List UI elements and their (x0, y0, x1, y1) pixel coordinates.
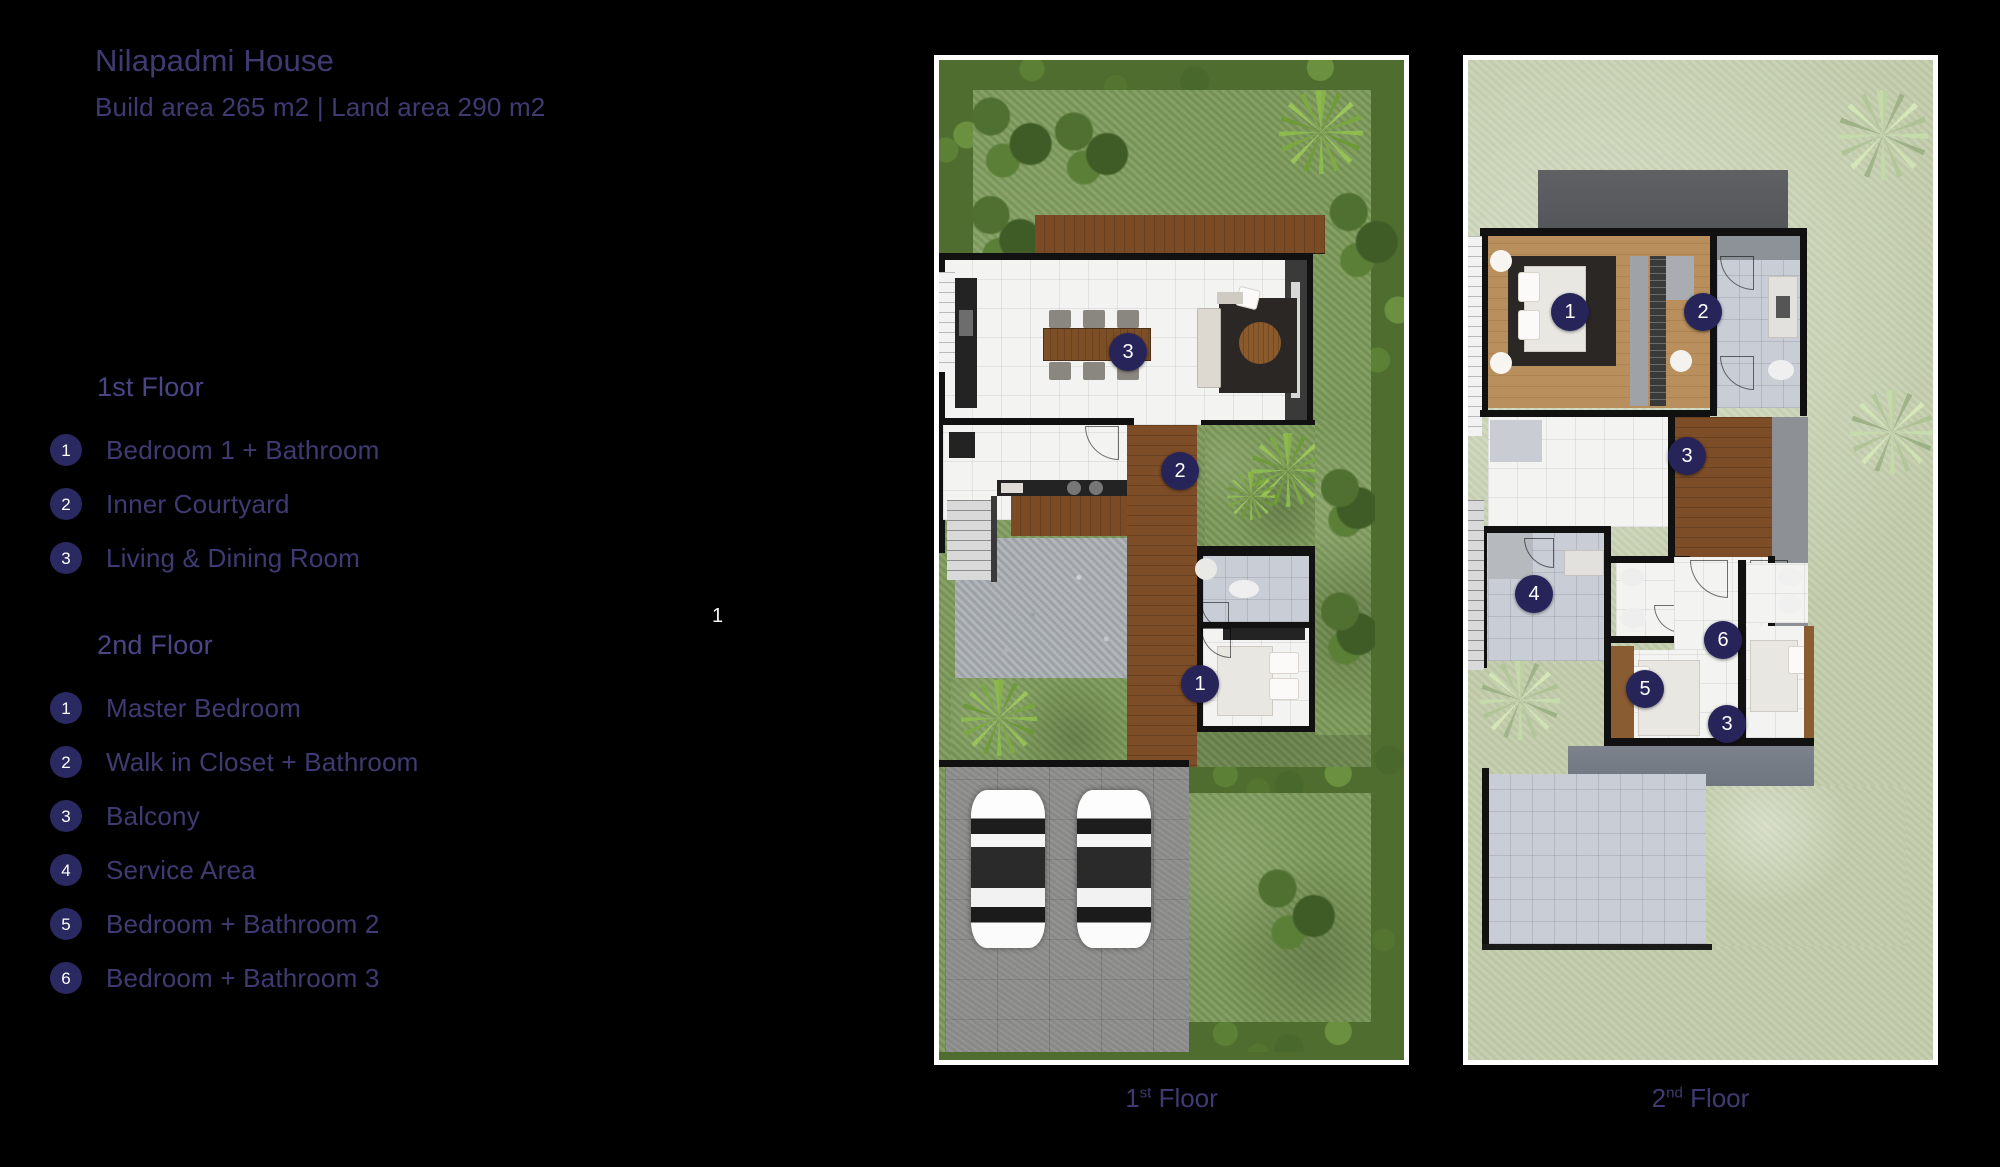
legend-item-f1-2[interactable]: 2 Inner Courtyard (50, 477, 670, 531)
floor-plan-1-drawing: 3 2 1 (939, 60, 1404, 1060)
legend-heading-floor-2: 2nd Floor (97, 630, 213, 660)
legend-item-f2-5[interactable]: 5 Bedroom + Bathroom 2 (50, 897, 670, 951)
caption-word: Floor (1158, 1083, 1218, 1113)
legend-item-f2-2[interactable]: 2 Walk in Closet + Bathroom (50, 735, 670, 789)
floor-plan-2-frame: 1 2 3 4 6 5 3 (1463, 55, 1938, 1065)
legend-badge-icon: 1 (50, 434, 82, 466)
legend-badge-icon: 3 (50, 542, 82, 574)
plan1-marker-living-dining-room[interactable]: 3 (1109, 333, 1147, 371)
plan1-marker-bedroom-1[interactable]: 1 (1181, 665, 1219, 703)
legend-badge-icon: 5 (50, 908, 82, 940)
legend-item-f2-1[interactable]: 1 Master Bedroom (50, 681, 670, 735)
caption-ordinal-suffix: nd (1666, 1084, 1683, 1102)
legend-badge-icon: 4 (50, 854, 82, 886)
page-subtitle: Build area 265 m2 | Land area 290 m2 (95, 92, 546, 122)
legend-badge-icon: 3 (50, 800, 82, 832)
legend-item-label: Living & Dining Room (106, 542, 361, 573)
plan2-marker-bedroom-bathroom-2[interactable]: 5 (1626, 670, 1664, 708)
legend-item-label: Master Bedroom (106, 692, 301, 723)
legend-badge-icon: 2 (50, 488, 82, 520)
legend-item-label: Walk in Closet + Bathroom (106, 746, 419, 777)
legend-item-f2-6[interactable]: 6 Bedroom + Bathroom 3 (50, 951, 670, 1005)
caption-number: 1 (1125, 1083, 1140, 1113)
plan2-marker-balcony[interactable]: 3 (1668, 437, 1706, 475)
floor-plan-2-caption: 2nd Floor (1463, 1083, 1938, 1114)
caption-ordinal-suffix: st (1139, 1084, 1152, 1102)
floor-plan-1-caption: 1st Floor (934, 1083, 1409, 1114)
legend-item-f1-3[interactable]: 3 Living & Dining Room (50, 531, 670, 585)
page-title: Nilapadmi House (95, 43, 335, 78)
caption-number: 2 (1651, 1083, 1667, 1113)
floor-plan-1-frame: 3 2 1 (934, 55, 1409, 1065)
page-number: 1 (712, 605, 724, 627)
plan2-marker-bedroom-bathroom-3[interactable]: 6 (1704, 621, 1742, 659)
legend-group-floor-2: 2nd Floor 1 Master Bedroom 2 Walk in Clo… (50, 630, 670, 1005)
plan2-marker-service-area[interactable]: 4 (1515, 575, 1553, 613)
plan2-marker-balcony-lower[interactable]: 3 (1708, 705, 1746, 743)
legend-item-label: Inner Courtyard (106, 488, 290, 519)
plan2-marker-master-bedroom[interactable]: 1 (1551, 293, 1589, 331)
legend-badge-icon: 1 (50, 692, 82, 724)
plan1-marker-inner-courtyard[interactable]: 2 (1161, 452, 1199, 490)
floor-plan-2-drawing: 1 2 3 4 6 5 3 (1468, 60, 1933, 1060)
floor-plan-1[interactable]: 3 2 1 1st Floor (934, 55, 1409, 1113)
legend-item-f2-4[interactable]: 4 Service Area (50, 843, 670, 897)
legend-item-label: Bedroom 1 + Bathroom (106, 434, 380, 465)
legend-group-floor-1: 1st Floor 1 Bedroom 1 + Bathroom 2 Inner… (50, 372, 670, 585)
legend-heading-floor-1: 1st Floor (97, 372, 204, 402)
legend-badge-icon: 2 (50, 746, 82, 778)
plan2-marker-walk-in-closet-bathroom[interactable]: 2 (1684, 293, 1722, 331)
legend-badge-icon: 6 (50, 962, 82, 994)
caption-word: Floor (1690, 1083, 1750, 1113)
legend-item-f1-1[interactable]: 1 Bedroom 1 + Bathroom (50, 423, 670, 477)
legend-item-f2-3[interactable]: 3 Balcony (50, 789, 670, 843)
legend-item-label: Service Area (106, 854, 256, 885)
floor-plan-2[interactable]: 1 2 3 4 6 5 3 2nd Floor (1463, 55, 1938, 1113)
legend-item-label: Balcony (106, 800, 200, 831)
legend-panel: Nilapadmi House Build area 265 m2 | Land… (0, 0, 723, 1167)
legend-item-label: Bedroom + Bathroom 3 (106, 962, 380, 993)
legend-item-label: Bedroom + Bathroom 2 (106, 908, 380, 939)
